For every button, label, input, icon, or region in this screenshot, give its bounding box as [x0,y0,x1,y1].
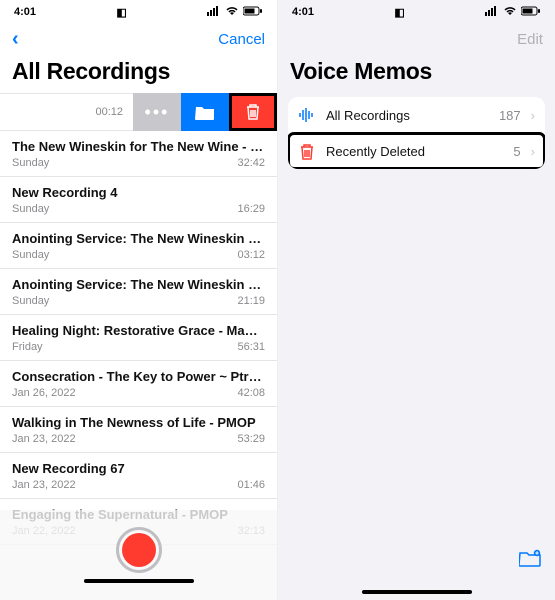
wifi-icon [503,6,517,19]
folder-label: Recently Deleted [326,144,503,159]
recording-title: Consecration - The Key to Power ~ Ptra. … [12,369,265,384]
phone-voice-memos: 4:01 ◧ Edit Voice Memos All Recordings 18… [278,0,555,600]
recording-date: Friday [12,341,43,353]
recording-date: Sunday [12,203,49,215]
recording-row[interactable]: Anointing Service: The New Wineskin for … [0,223,277,269]
recording-date: Sunday [12,249,49,261]
recording-row[interactable]: Anointing Service: The New Wineskin for … [0,269,277,315]
back-button[interactable]: ‹ [12,28,19,51]
recording-date: Jan 23, 2022 [12,479,76,491]
record-button[interactable] [116,527,162,573]
record-toolbar [0,510,277,600]
recording-row[interactable]: Consecration - The Key to Power ~ Ptra. … [0,361,277,407]
nav-bar: ‹ Cancel [0,24,277,54]
new-folder-button[interactable] [519,549,541,572]
recording-title: New Recording 67 [12,461,265,476]
recording-duration: 03:12 [237,249,265,261]
status-bar: 4:01 ◧ [278,0,555,24]
signal-icon [207,6,221,19]
recording-row[interactable]: Healing Night: Restorative Grace - Madam… [0,315,277,361]
recording-date: Sunday [12,295,49,307]
recording-date: Jan 23, 2022 [12,433,76,445]
recording-duration: 53:29 [237,433,265,445]
orientation-lock-icon: ◧ [116,6,126,19]
recordings-list: The New Wineskin for The New Wine - PMOP… [0,131,277,545]
battery-icon [243,6,263,19]
folder-count: 187 [499,108,521,123]
recording-row[interactable]: New Recording 4 Sunday 16:29 [0,177,277,223]
status-right [207,6,263,19]
delete-button[interactable] [229,93,277,131]
recording-duration: 16:29 [237,203,265,215]
home-indicator[interactable] [362,590,472,594]
chevron-right-icon: › [531,144,535,159]
recording-duration: 32:42 [237,157,265,169]
folder-all-recordings[interactable]: All Recordings 187 › [288,97,545,133]
recording-title: Healing Night: Restorative Grace - Madam… [12,323,265,338]
swipe-actions-row: 00:12 ••• [0,93,277,131]
status-time: 4:01 [14,6,36,18]
phone-all-recordings: 4:01 ◧ ‹ Cancel All Recordings 00:12 [0,0,278,600]
page-title: Voice Memos [278,54,555,93]
recording-title: Walking in The Newness of Life - PMOP [12,415,265,430]
page-title: All Recordings [0,54,277,93]
recording-duration: 56:31 [237,341,265,353]
recording-title: The New Wineskin for The New Wine - PMOP… [12,139,265,154]
recording-date: Jan 26, 2022 [12,387,76,399]
status-bar: 4:01 ◧ [0,0,277,24]
recording-title: Anointing Service: The New Wineskin for … [12,277,265,292]
folder-count: 5 [513,144,520,159]
battery-icon [521,6,541,19]
edit-button[interactable]: Edit [517,31,543,48]
recording-duration: 21:19 [237,295,265,307]
more-actions-button[interactable]: ••• [133,93,181,131]
home-indicator[interactable] [84,579,194,583]
move-to-folder-button[interactable] [181,93,229,131]
recording-duration: 42:08 [237,387,265,399]
folder-label: All Recordings [326,108,489,123]
recording-row[interactable]: Walking in The Newness of Life - PMOP Jan… [0,407,277,453]
recording-duration: 00:12 [0,106,133,118]
folders-list: All Recordings 187 › Recently Deleted 5 › [288,97,545,169]
orientation-lock-icon: ◧ [394,6,404,19]
recording-title: Anointing Service: The New Wineskin for … [12,231,265,246]
cancel-button[interactable]: Cancel [218,31,265,48]
recording-row[interactable]: New Recording 67 Jan 23, 2022 01:46 [0,453,277,499]
signal-icon [485,6,499,19]
folder-recently-deleted[interactable]: Recently Deleted 5 › [288,133,545,169]
nav-bar: Edit [278,24,555,54]
waveform-icon [298,107,316,123]
recording-duration: 01:46 [237,479,265,491]
recording-date: Sunday [12,157,49,169]
status-right [485,6,541,19]
chevron-right-icon: › [531,108,535,123]
recording-row[interactable]: The New Wineskin for The New Wine - PMOP… [0,131,277,177]
wifi-icon [225,6,239,19]
trash-icon [298,143,316,161]
status-time: 4:01 [292,6,314,18]
recording-title: New Recording 4 [12,185,265,200]
